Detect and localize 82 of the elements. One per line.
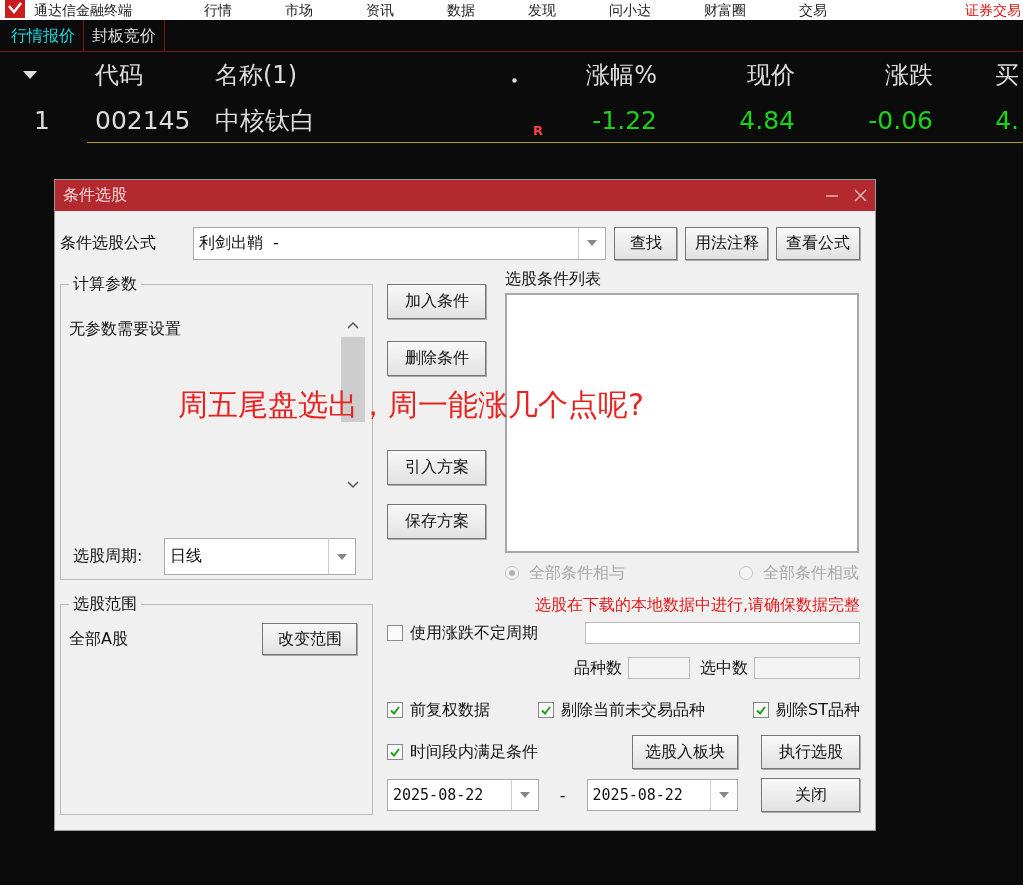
checkbox-label: 剔除ST品种 [776,699,860,721]
scroll-up-icon [347,321,359,329]
button[interactable]: 删除条件 [387,341,486,376]
menu-item[interactable]: 交易 [799,0,827,20]
menu-item[interactable]: 财富圈 [704,0,746,20]
checkbox-label: 时间段内满足条件 [410,741,538,763]
formula-dropdown[interactable]: 利剑出鞘 - [192,226,607,260]
sort-caret-icon [23,71,37,79]
field-label: 选股周期: [73,546,144,567]
column-header[interactable]: 代码 [95,61,143,89]
table-cell: 1 [34,105,50,135]
checkbox[interactable] [387,702,403,718]
column-header[interactable]: 涨幅% [586,61,657,89]
column-header[interactable]: 名称(1) [215,61,297,89]
checkbox-label: 使用涨跌不定周期 [410,622,538,644]
menu-item[interactable]: 数据 [447,0,475,20]
tab[interactable]: 行情报价 [3,20,84,51]
table-cell: -1.22 [592,105,657,135]
checkbox[interactable] [387,744,403,760]
button[interactable]: 加入条件 [387,284,486,319]
tab[interactable]: 封板竞价 [84,20,165,51]
date-picker[interactable]: 2025-08-22 [387,779,539,811]
table-cell: 4.84 [739,105,795,135]
button[interactable]: 关闭 [761,778,860,812]
period-dropdown[interactable]: 日线 [164,538,356,575]
button[interactable]: 引入方案 [387,450,486,485]
checkbox[interactable] [753,702,770,718]
field-label: 选中数 [700,657,748,679]
list-title: 选股条件列表 [505,269,602,290]
column-header[interactable]: 买 [995,61,1019,89]
column-header[interactable]: 涨跌 [885,61,933,89]
close-icon [854,189,867,202]
overlay-caption: 周五尾盘选出，周一能涨几个点呢? [178,386,644,424]
radio-label: 全部条件相或 [763,562,859,584]
count-field [628,657,690,679]
checkbox-label: 前复权数据 [410,699,490,721]
check-icon [390,705,400,715]
scroll-down-icon [347,481,359,489]
checkbox-label: 剔除当前未交易品种 [561,699,706,721]
field-label: 品种数 [574,657,622,679]
table-cell: 002145 [95,105,191,135]
button[interactable]: 用法注释 [685,226,769,260]
dropdown-arrow-icon [587,240,598,246]
params-text: 无参数需要设置 [69,319,181,340]
checkbox[interactable] [387,625,403,641]
menu-item[interactable]: 发现 [528,0,556,20]
button[interactable]: 执行选股 [761,735,860,769]
dropdown-arrow-icon [719,792,730,798]
date-separator: - [558,785,567,805]
menu-item[interactable]: 行情 [204,0,232,20]
column-header[interactable]: 现价 [747,61,795,89]
menu-item[interactable]: 问小达 [609,0,651,20]
check-icon [756,705,767,715]
menu-item[interactable]: 市场 [285,0,313,20]
condition-list[interactable] [505,293,859,553]
button[interactable]: 选股入板块 [632,735,738,769]
warning-text: 选股在下载的本地数据中进行,请确保数据完整 [533,594,860,616]
menu-item[interactable]: 资讯 [366,0,394,20]
dot-icon [512,78,517,83]
trade-link[interactable]: 证券交易 [965,0,1021,20]
dropdown-arrow-icon [519,792,530,798]
button[interactable]: 改变范围 [262,623,357,655]
radio-label: 全部条件相与 [529,562,625,584]
check-icon [541,705,552,715]
button[interactable]: 查看公式 [776,226,860,260]
range-value: 全部A股 [69,628,128,650]
app-title: 通达信金融终端 [34,1,132,20]
window-title: 条件选股 [63,185,127,206]
check-icon [390,747,400,757]
button[interactable]: 查找 [614,226,678,260]
date-picker[interactable]: 2025-08-22 [586,779,739,811]
group-title: 计算参数 [69,274,141,295]
input-field[interactable] [585,622,860,644]
table-cell: R [533,122,543,138]
table-cell: -0.06 [868,105,933,135]
table-cell: 中核钛白 [215,105,315,135]
field-label: 条件选股公式 [60,232,157,254]
group-title: 选股范围 [69,594,141,615]
table-cell: 4. [995,105,1019,135]
button[interactable]: 保存方案 [387,504,486,539]
dropdown-arrow-icon [337,553,347,560]
checkbox[interactable] [538,702,555,718]
